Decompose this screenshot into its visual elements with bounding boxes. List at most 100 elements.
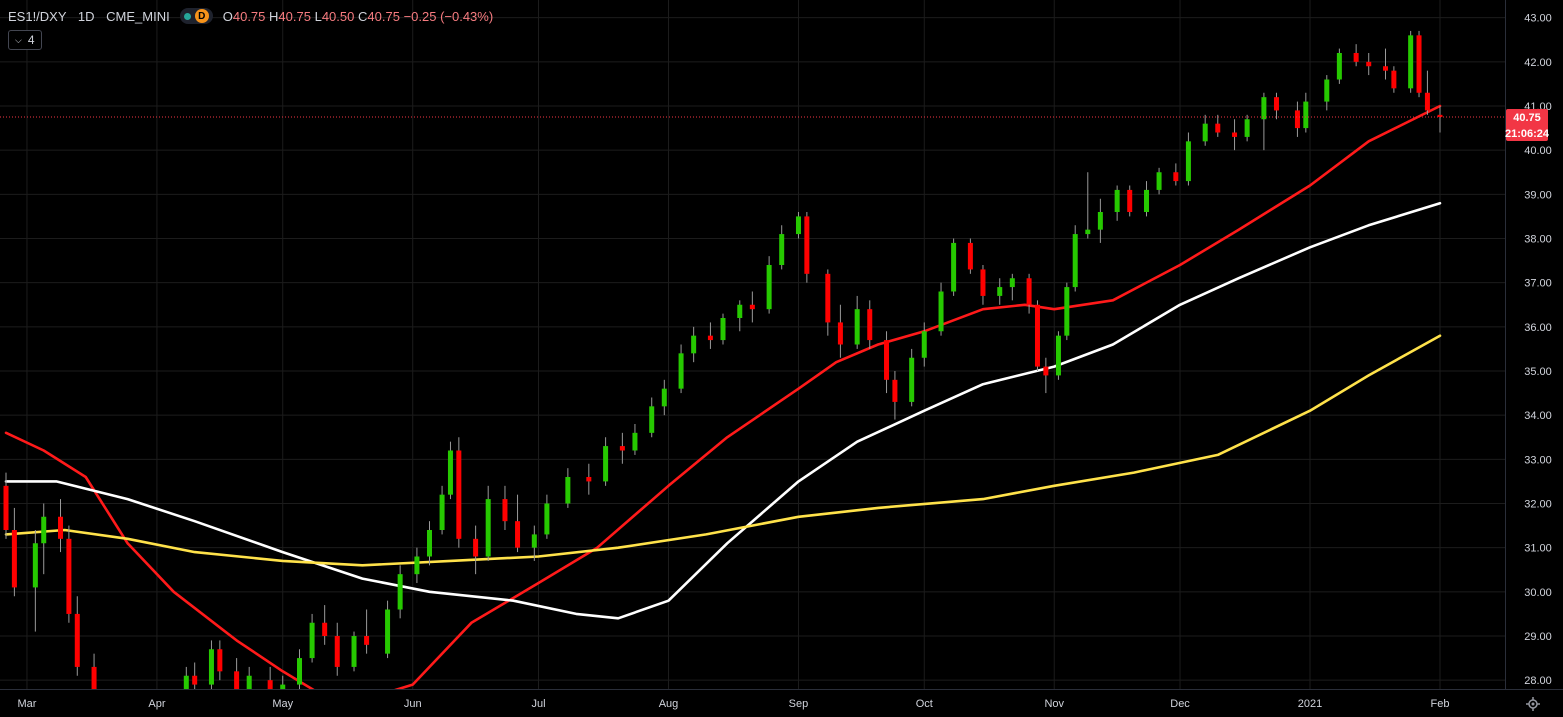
price-tick-label: 38.00: [1524, 234, 1552, 246]
price-tick-label: 28.00: [1524, 675, 1552, 687]
candle-body: [1034, 304, 1040, 367]
price-tick-label: 34.00: [1524, 410, 1552, 422]
candle-body: [737, 304, 743, 318]
moving-average-line: [4, 104, 1442, 689]
candle-body: [1366, 61, 1372, 67]
candle-body: [1232, 132, 1238, 137]
indicators-count: 4: [27, 33, 35, 47]
candle-body: [322, 622, 328, 636]
candle-body: [779, 234, 785, 265]
time-tick-label: Apr: [148, 698, 165, 710]
candle-body: [1244, 119, 1250, 137]
settings-gear-icon[interactable]: [1526, 697, 1540, 711]
time-tick-label: Mar: [17, 698, 36, 710]
candle-body: [884, 340, 890, 380]
time-tick-label: Feb: [1431, 698, 1450, 710]
candle-body: [531, 534, 537, 548]
ohlc-values: O40.75 H40.75 L40.50 C40.75 −0.25 (−0.43…: [223, 9, 493, 24]
candle-body: [1215, 123, 1221, 133]
candle-body: [192, 675, 198, 685]
time-tick-label: Dec: [1170, 698, 1190, 710]
candle-body: [1026, 278, 1032, 305]
candle-body: [502, 499, 508, 522]
candle-body: [603, 446, 609, 482]
candle-body: [397, 574, 403, 610]
candle-body: [632, 432, 638, 451]
price-tick-label: 35.00: [1524, 366, 1552, 378]
indicators-collapse-button[interactable]: ⌵ 4: [8, 30, 42, 50]
candle-body: [649, 406, 655, 433]
open-label: O: [222, 8, 233, 24]
price-tick-label: 39.00: [1524, 189, 1552, 201]
high-value: 40.75: [278, 8, 311, 24]
candle-body: [795, 216, 801, 235]
symbol-title[interactable]: ES1!/DXY 1D CME_MINI: [8, 9, 170, 24]
candle-body: [707, 335, 713, 341]
candle-body: [385, 609, 391, 654]
candle-body: [1353, 53, 1359, 62]
candle-body: [74, 613, 80, 667]
candle-body: [1185, 141, 1191, 182]
candle-body: [426, 530, 432, 557]
high-label: H: [269, 8, 279, 24]
candle-body: [334, 636, 340, 667]
candle-body: [1303, 101, 1309, 129]
candle-body: [41, 516, 47, 544]
candle-body: [183, 675, 189, 689]
candle-body: [909, 357, 915, 402]
price-tick-label: 40.00: [1524, 145, 1552, 157]
candle-body: [280, 684, 286, 689]
candle-body: [1043, 366, 1049, 376]
chart-canvas[interactable]: 28.00 29.00 30.00 31.00 32.00 33.00 34.00 35.00…: [0, 0, 1563, 717]
time-tick-label: May: [272, 698, 293, 710]
last-price-value: 40.75: [1513, 112, 1541, 124]
candle-body: [309, 622, 315, 659]
moving-averages: [4, 104, 1442, 689]
candle-body: [91, 666, 97, 689]
candle-body: [661, 388, 667, 407]
close-label: C: [358, 8, 368, 24]
candle-body: [414, 556, 420, 575]
candle-body: [586, 477, 592, 482]
candle-body: [544, 503, 550, 535]
time-tick-label: Sep: [789, 698, 809, 710]
candle-body: [1173, 172, 1179, 182]
candle-body: [58, 516, 64, 539]
candle-body: [619, 446, 625, 451]
time-axis[interactable]: Mar Apr May Jun Jul Aug Sep Oct Nov Dec 2021 Feb: [17, 698, 1449, 710]
candle-body: [1055, 335, 1061, 376]
candle-body: [951, 242, 957, 292]
candle-body: [32, 543, 38, 588]
market-status[interactable]: D: [179, 8, 213, 24]
candle-body: [1273, 97, 1279, 111]
candle-body: [515, 521, 521, 548]
candle-body: [1294, 110, 1300, 129]
candle-body: [892, 379, 898, 402]
time-tick-label: Jul: [531, 698, 545, 710]
candle-body: [439, 494, 445, 530]
candle-body: [837, 322, 843, 345]
candle-body: [364, 636, 370, 645]
candle-body: [1416, 35, 1422, 93]
candle-body: [1382, 66, 1388, 71]
exchange: CME_MINI: [106, 8, 170, 24]
candle-body: [473, 538, 479, 557]
candle-body: [1408, 35, 1414, 89]
bar-countdown: 21:06:24: [1505, 128, 1550, 140]
price-tick-label: 31.00: [1524, 543, 1552, 555]
open-value: 40.75: [232, 8, 266, 24]
candle-body: [766, 265, 772, 310]
candle-body: [921, 331, 927, 358]
candle-body: [854, 309, 860, 345]
last-price-tag: 40.75 21:06:24: [1505, 109, 1550, 142]
candle-body: [297, 658, 303, 685]
candle-body: [938, 291, 944, 332]
candle-body: [1127, 189, 1133, 212]
delayed-data-icon: D: [194, 9, 209, 23]
candle-body: [1064, 287, 1070, 336]
candle-body: [804, 216, 810, 274]
candle-body: [1114, 189, 1120, 212]
time-tick-label: 2021: [1298, 698, 1322, 710]
price-tick-label: 42.00: [1524, 57, 1552, 69]
candle-body: [217, 649, 223, 672]
